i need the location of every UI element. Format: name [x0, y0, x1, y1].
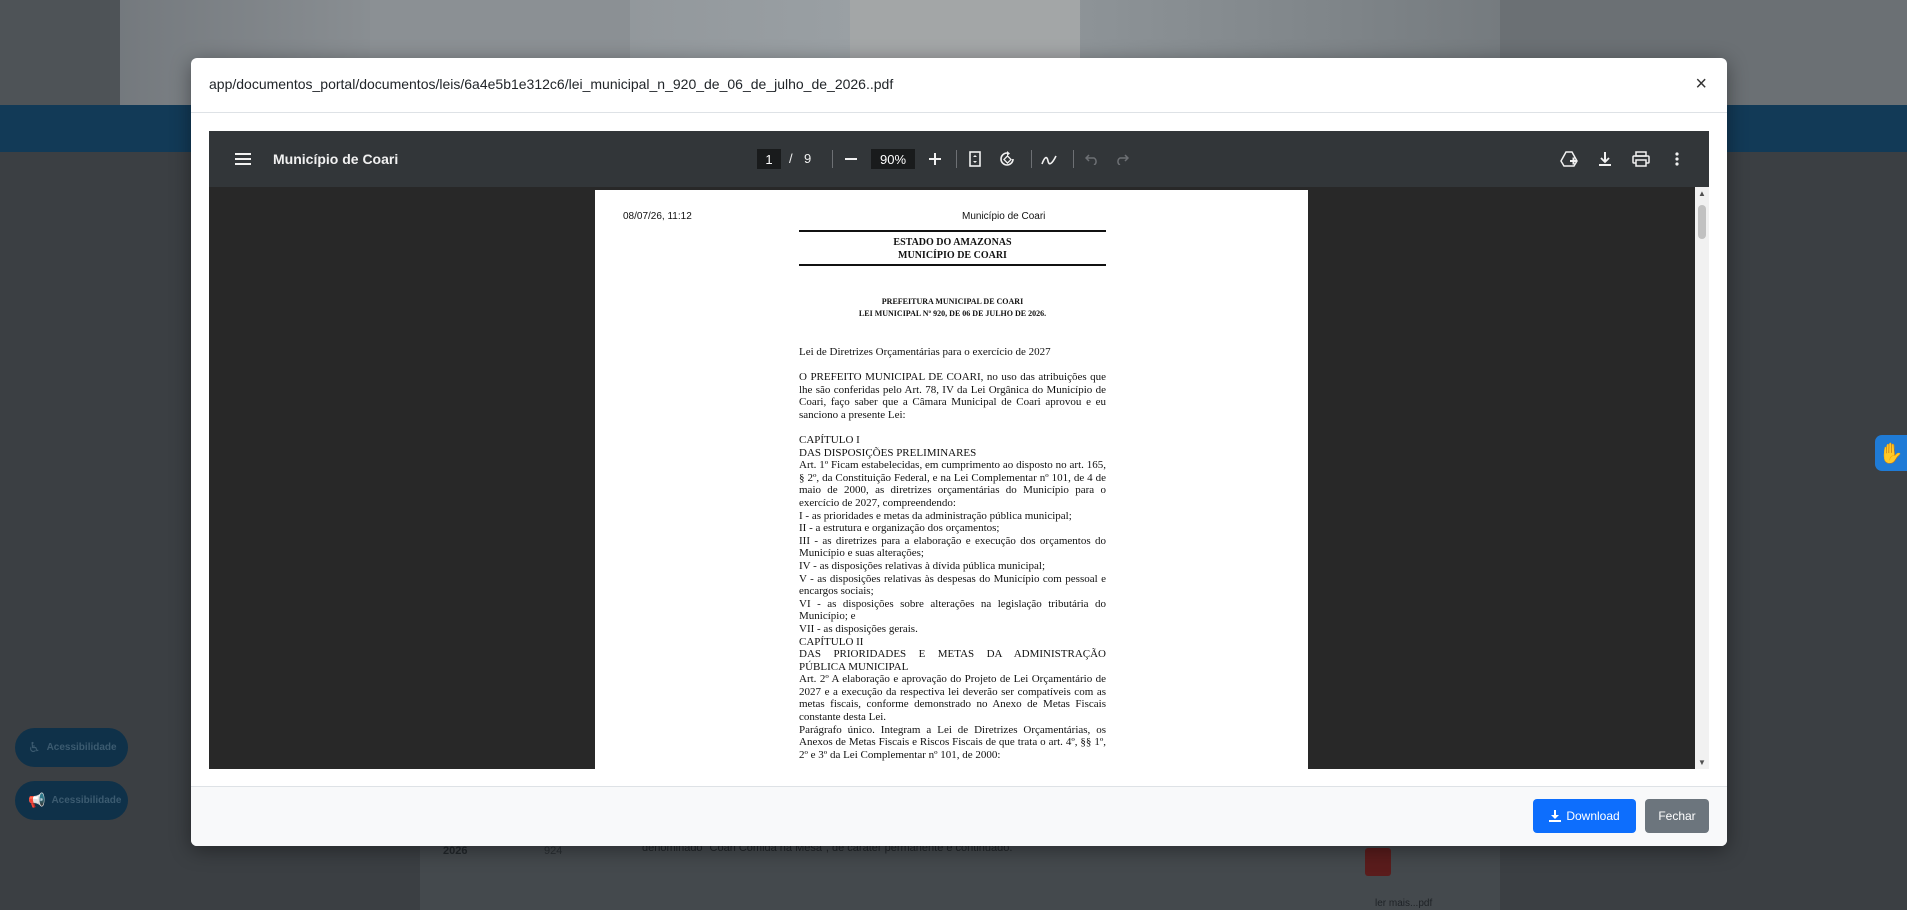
sign-language-icon[interactable]: ✋: [1875, 435, 1907, 471]
pdf-page: 08/07/26, 11:12 Município de Coari ESTAD…: [595, 190, 1308, 769]
pdf-toolbar: Município de Coari 1 / 9 90%: [209, 131, 1709, 187]
modal-header: app/documentos_portal/documentos/leis/6a…: [191, 58, 1727, 113]
paragraph: I - as prioridades e metas da administra…: [799, 509, 1072, 522]
add-to-drive-icon[interactable]: [1559, 149, 1579, 169]
megaphone-icon: 📢: [28, 792, 46, 808]
modal-footer: Download Fechar: [191, 786, 1727, 846]
pdf-viewer: Município de Coari 1 / 9 90% 08/07/26, 1…: [209, 131, 1709, 769]
divider: [832, 150, 833, 168]
pdf-modal: app/documentos_portal/documentos/leis/6a…: [191, 58, 1727, 846]
paragraph: Parágrafo único. Integram a Lei de Diret…: [799, 723, 1106, 761]
paragraph: CAPÍTULO I: [799, 434, 860, 446]
prefeitura-name: PREFEITURA MUNICIPAL DE COARI: [881, 297, 1024, 306]
minus-icon[interactable]: [841, 149, 861, 169]
rule-bottom: [799, 264, 1106, 266]
scroll-down-icon[interactable]: ▼: [1698, 758, 1706, 767]
fit-page-icon[interactable]: [965, 149, 985, 169]
law-more-link[interactable]: ler mais...pdf: [1375, 898, 1432, 909]
divider: [1031, 150, 1032, 168]
page-separator: /: [789, 151, 793, 166]
paragraph: III - as diretrizes para a elaboração e …: [799, 534, 1106, 560]
paragraph: DAS DISPOSIÇÕES PRELIMINARES: [799, 446, 977, 459]
accessibility-button[interactable]: ♿ Acessibilidade: [15, 728, 128, 767]
pdf-icon[interactable]: [1365, 848, 1391, 876]
divider: [1073, 150, 1074, 168]
rotate-icon[interactable]: [997, 149, 1017, 169]
paragraph: V - as disposições relativas às despesas…: [799, 572, 1106, 598]
print-date: 08/07/26, 11:12: [623, 211, 692, 222]
modal-title: app/documentos_portal/documentos/leis/6a…: [209, 76, 894, 92]
law-header: PREFEITURA MUNICIPAL DE COARI LEI MUNICI…: [799, 296, 1106, 320]
document-content: ESTADO DO AMAZONAS MUNICÍPIO DE COARI PR…: [799, 230, 1106, 761]
close-icon[interactable]: ×: [1695, 74, 1707, 94]
zoom-input[interactable]: 90%: [871, 149, 915, 169]
pen-icon[interactable]: [1039, 149, 1059, 169]
scroll-up-icon[interactable]: ▲: [1698, 189, 1706, 198]
law-year: 2026: [443, 845, 468, 857]
menu-icon[interactable]: [233, 149, 253, 169]
paragraph: IV - as disposições relativas à dívida p…: [799, 559, 1046, 572]
scrollbar[interactable]: ▲ ▼: [1695, 187, 1709, 769]
paragraph: Art. 1º Ficam estabelecidas, em cumprime…: [799, 459, 1106, 509]
more-vert-icon[interactable]: [1667, 149, 1687, 169]
law-subject: Lei de Diretrizes Orçamentárias para o e…: [799, 346, 1051, 358]
accessibility-label: Acessibilidade: [46, 742, 117, 753]
scrollbar-thumb[interactable]: [1698, 205, 1706, 239]
download-button[interactable]: Download: [1533, 799, 1636, 833]
plus-icon[interactable]: [925, 149, 945, 169]
close-button[interactable]: Fechar: [1645, 799, 1709, 833]
document-title: Município de Coari: [273, 151, 399, 167]
redo-icon[interactable]: [1112, 149, 1132, 169]
accessibility-audio-button[interactable]: 📢 Acessibilidade: [15, 781, 128, 820]
accessibility-label: Acessibilidade: [51, 795, 122, 806]
paragraph: Art. 2º A elaboração e aprovação do Proj…: [799, 673, 1106, 724]
law-title: LEI MUNICIPAL Nº 920, DE 06 DE JULHO DE …: [858, 309, 1047, 318]
download-label: Download: [1566, 809, 1620, 823]
undo-icon[interactable]: [1082, 149, 1102, 169]
state-header: ESTADO DO AMAZONAS MUNICÍPIO DE COARI: [799, 232, 1106, 264]
accessibility-icon: ♿: [28, 739, 41, 755]
divider: [956, 150, 957, 168]
paragraph: VII - as disposições gerais.: [799, 622, 918, 635]
municipality-name: MUNICÍPIO DE COARI: [898, 250, 1007, 261]
paragraph: CAPÍTULO II: [799, 635, 864, 648]
paragraph: VI - as disposições sobre alterações na …: [799, 597, 1106, 623]
law-number: 924: [544, 845, 563, 857]
page-total: 9: [804, 151, 812, 166]
law-body: CAPÍTULO I DAS DISPOSIÇÕES PRELIMINARES …: [799, 434, 1106, 761]
print-icon[interactable]: [1631, 149, 1651, 169]
page-number-input[interactable]: 1: [757, 149, 781, 169]
paragraph: II - a estrutura e organização dos orçam…: [799, 522, 1000, 535]
law-preamble: O PREFEITO MUNICIPAL DE COARI, no uso da…: [799, 371, 1106, 421]
paragraph: DAS PRIORIDADES E METAS DA ADMINISTRAÇÃO…: [799, 648, 1106, 673]
download-icon[interactable]: [1595, 149, 1615, 169]
download-icon: [1549, 810, 1562, 822]
state-name: ESTADO DO AMAZONAS: [893, 237, 1012, 248]
print-site-title: Município de Coari: [962, 211, 1046, 222]
